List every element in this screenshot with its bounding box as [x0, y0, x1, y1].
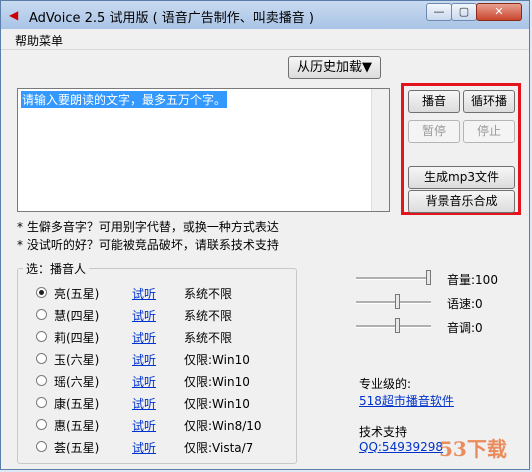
text-input-scrollbar[interactable]: [371, 89, 389, 211]
voice-name: 康(五星): [54, 397, 100, 411]
system-limit: 系统不限: [184, 309, 233, 323]
system-limit: 仅限:Vista/7: [184, 441, 254, 455]
voice-radio[interactable]: [36, 441, 47, 452]
maximize-button[interactable]: ▢: [451, 3, 477, 21]
slider-track: [356, 325, 431, 328]
voice-name: 慧(四星): [54, 309, 100, 323]
system-limit: 系统不限: [184, 331, 233, 345]
support-label: 技术支持: [359, 425, 408, 439]
window-title: AdVoice 2.5 试用版 ( 语音广告制作、叫卖播音 ): [29, 11, 314, 26]
text-input[interactable]: 请输入要朗读的文字，最多五万个字。: [17, 88, 390, 212]
stop-button[interactable]: 停止: [463, 120, 515, 143]
voice-radio[interactable]: [36, 397, 47, 408]
volume-slider[interactable]: [356, 269, 431, 287]
try-listen-link[interactable]: 试听: [132, 307, 156, 324]
system-limit: 仅限:Win10: [184, 375, 250, 389]
title-bar[interactable]: ◀ AdVoice 2.5 试用版 ( 语音广告制作、叫卖播音 ) — ▢ ✕: [1, 1, 529, 29]
voice-radio[interactable]: [36, 375, 47, 386]
minimize-button[interactable]: —: [426, 3, 452, 21]
support-qq-link[interactable]: QQ:54939298: [359, 440, 443, 454]
system-limit: 仅限:Win10: [184, 353, 250, 367]
voice-name: 惠(五星): [54, 419, 100, 433]
hint-support: * 没试听的好？可能被竞品破坏，请联系技术支持: [17, 238, 279, 252]
voice-name: 瑶(六星): [54, 375, 100, 389]
slider-track: [356, 301, 431, 304]
voice-radio[interactable]: [36, 287, 47, 298]
system-limit: 仅限:Win10: [184, 397, 250, 411]
voice-radio[interactable]: [36, 353, 47, 364]
slider-thumb[interactable]: [395, 318, 400, 333]
pitch-slider[interactable]: [356, 317, 431, 335]
loop-play-button[interactable]: 循环播: [463, 90, 515, 113]
voice-name: 亮(五星): [54, 287, 100, 301]
menu-help[interactable]: 帮助菜单: [15, 32, 63, 49]
close-button[interactable]: ✕: [476, 3, 522, 21]
slider-track: [356, 277, 431, 280]
voice-radio[interactable]: [36, 309, 47, 320]
speed-label: 语速:0: [447, 297, 483, 311]
voice-radio[interactable]: [36, 331, 47, 342]
menu-bar: 帮助菜单: [1, 29, 529, 50]
bgm-mix-button[interactable]: 背景音乐合成: [408, 190, 515, 213]
volume-label: 音量:100: [447, 273, 498, 287]
generate-mp3-button[interactable]: 生成mp3文件: [408, 166, 515, 189]
try-listen-link[interactable]: 试听: [132, 439, 156, 456]
try-listen-link[interactable]: 试听: [132, 285, 156, 302]
hint-polyphone: * 生僻多音字？可用别字代替，或换一种方式表达: [17, 220, 279, 234]
slider-thumb[interactable]: [426, 270, 431, 285]
speed-slider[interactable]: [356, 293, 431, 311]
pause-button[interactable]: 暂停: [408, 120, 460, 143]
slider-thumb[interactable]: [395, 294, 400, 309]
pitch-label: 音调:0: [447, 321, 483, 335]
play-button[interactable]: 播音: [408, 90, 460, 113]
megaphone-icon: ◀: [9, 8, 19, 22]
try-listen-link[interactable]: 试听: [132, 351, 156, 368]
watermark-logo: 53下载: [439, 437, 507, 461]
try-listen-link[interactable]: 试听: [132, 417, 156, 434]
try-listen-link[interactable]: 试听: [132, 329, 156, 346]
voice-name: 玉(六星): [54, 353, 100, 367]
system-limit: 仅限:Win8/10: [184, 419, 262, 433]
text-input-value: 请输入要朗读的文字，最多五万个字。: [21, 91, 228, 108]
pro-software-link[interactable]: 518超市播音软件: [359, 392, 454, 409]
load-history-button[interactable]: 从历史加载▼: [288, 56, 381, 79]
system-limit: 系统不限: [184, 287, 233, 301]
app-window: ◀ AdVoice 2.5 试用版 ( 语音广告制作、叫卖播音 ) — ▢ ✕ …: [0, 0, 530, 470]
voice-group-label: 选：播音人: [23, 260, 90, 277]
pro-label: 专业级的:: [359, 377, 412, 391]
voice-radio[interactable]: [36, 419, 47, 430]
try-listen-link[interactable]: 试听: [132, 373, 156, 390]
voice-name: 荟(五星): [54, 441, 100, 455]
voice-name: 莉(四星): [54, 331, 100, 345]
try-listen-link[interactable]: 试听: [132, 395, 156, 412]
